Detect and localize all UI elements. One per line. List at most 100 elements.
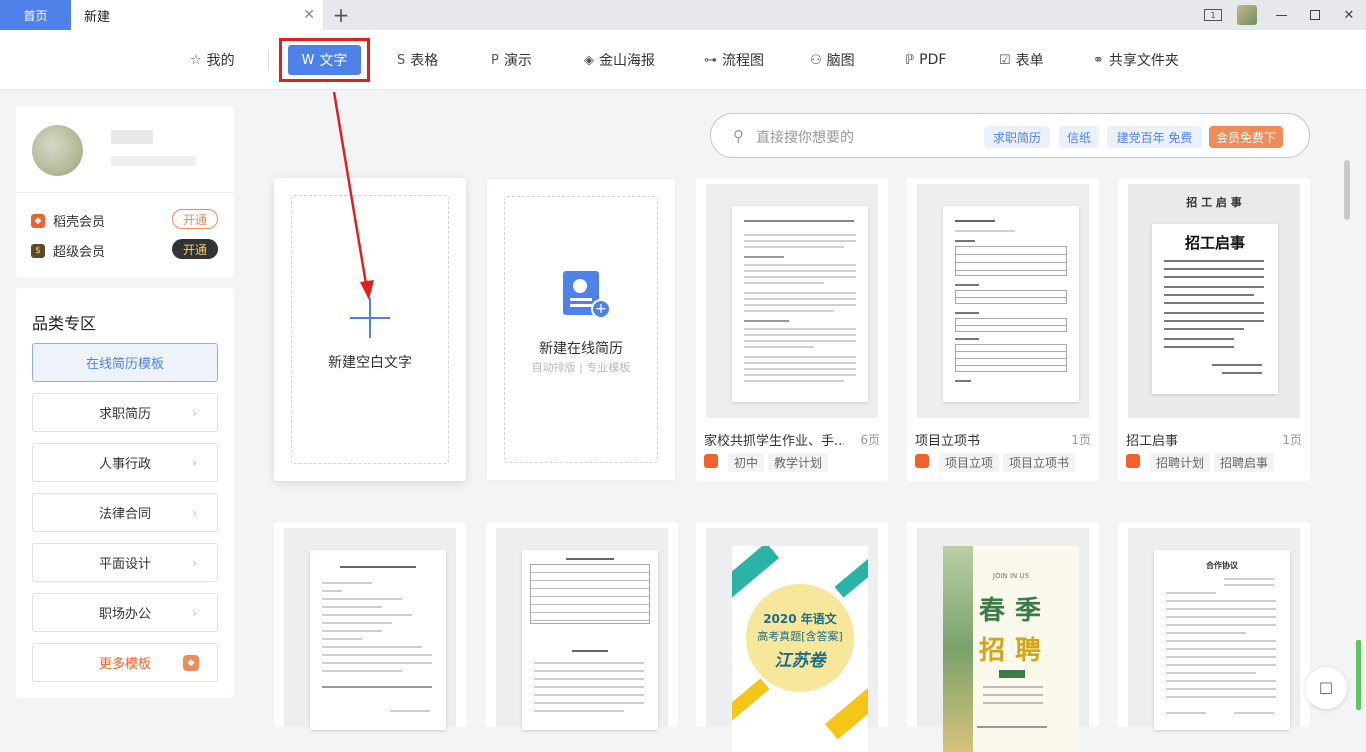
template-thumbnail: 招 工 启 事 招工启事	[1128, 184, 1300, 418]
search-tag[interactable]: 求职简历	[984, 126, 1050, 148]
nav-label: 表单	[1015, 53, 1044, 69]
cat-graphic-design[interactable]: 平面设计 ›	[32, 543, 218, 582]
new-resume-label: 新建在线简历	[539, 341, 623, 357]
nav-sheet[interactable]: S 表格	[397, 30, 438, 90]
status-indicator	[1356, 640, 1361, 710]
search-icon: ⚲	[733, 127, 744, 145]
vip-icon	[1126, 454, 1140, 468]
template-tag[interactable]: 项目立项书	[1003, 453, 1076, 472]
spring-recruit-poster: JOIN IN US 春 季 招 聘	[943, 546, 1079, 752]
poster-exam: 高考真题[含答案]	[757, 630, 843, 643]
cat-label: 在线简历模板	[85, 357, 164, 372]
star-icon: ☆	[190, 52, 202, 68]
template-card[interactable]	[486, 522, 678, 730]
sheet-icon: S	[397, 52, 406, 68]
layout-icon[interactable]: 1	[1196, 0, 1230, 30]
docer-icon: ◆	[183, 654, 199, 671]
poster-icon: ◈	[584, 52, 594, 68]
template-tag[interactable]: 项目立项	[939, 453, 1000, 472]
search-tag[interactable]: 信纸	[1059, 126, 1099, 148]
docer-vip-icon: ◆	[31, 213, 45, 228]
doc-preview: 合作协议	[1154, 550, 1290, 730]
new-resume-card[interactable]: + 新建在线简历 自动排版 | 专业模板	[486, 178, 676, 481]
template-title: 家校共抓学生作业、手...	[704, 434, 844, 449]
cat-label: 平面设计	[98, 557, 151, 572]
new-blank-label: 新建空白文字	[328, 355, 412, 371]
feedback-icon[interactable]: ☐	[1305, 667, 1347, 709]
poster-jiangsu: 江苏卷	[774, 651, 826, 671]
template-card[interactable]: 招 工 启 事 招工启事 招工启事 1页 招聘计划 招聘启事	[1118, 178, 1310, 481]
member-label: 稻壳会员	[53, 215, 106, 230]
avatar-small[interactable]	[1230, 0, 1264, 30]
contract-title: 合作协议	[1206, 561, 1238, 570]
close-window-icon[interactable]: ✕	[1332, 0, 1366, 30]
template-card[interactable]: JOIN IN US 春 季 招 聘	[907, 522, 1099, 752]
template-search[interactable]: ⚲ 直接搜你想要的 求职简历 信纸 建党百年 免费 会员免费下	[710, 113, 1310, 158]
chevron-right-icon: ›	[192, 455, 197, 470]
dashed-frame	[504, 196, 658, 463]
cat-more-templates[interactable]: 更多模板 ◆	[32, 643, 218, 682]
nav-divider	[268, 50, 269, 70]
template-title: 招工启事	[1126, 434, 1179, 449]
minimize-icon[interactable]	[1264, 0, 1298, 30]
template-card[interactable]: 家校共抓学生作业、手... 6页 初中 教学计划	[696, 178, 888, 481]
nav-mindmap[interactable]: ⚇ 脑图	[810, 30, 855, 90]
cat-office[interactable]: 职场办公 ›	[32, 593, 218, 632]
template-thumbnail: JOIN IN US 春 季 招 聘	[917, 528, 1089, 752]
template-tag[interactable]: 招聘计划	[1150, 453, 1211, 472]
spring-char: 季	[1015, 596, 1042, 626]
nav-flowchart[interactable]: ⊶ 流程图	[704, 30, 764, 90]
nav-mine[interactable]: ☆ 我的	[190, 30, 235, 90]
vip-icon	[704, 454, 718, 468]
category-nav: ☆ 我的 S 表格 P 演示 ◈ 金山海报 ⊶ 流程图 ⚇ 脑图 ℙ PDF ☑ 表单 ⚭ 共享文…	[0, 30, 1366, 90]
scrollbar[interactable]	[1344, 160, 1350, 220]
tab-new[interactable]: 新建 ✕	[71, 0, 323, 30]
doc-preview: 招工启事	[1152, 224, 1278, 394]
close-icon[interactable]: ✕	[303, 7, 315, 23]
category-title: 品类专区	[32, 314, 97, 333]
nav-label: 表格	[410, 53, 439, 69]
template-thumbnail: 合作协议	[1128, 528, 1300, 730]
nav-poster[interactable]: ◈ 金山海报	[584, 30, 655, 90]
template-tag[interactable]: 招聘启事	[1214, 453, 1275, 472]
template-thumbnail	[917, 184, 1089, 418]
cat-job-resume[interactable]: 求职简历 ›	[32, 393, 218, 432]
template-tag[interactable]: 教学计划	[768, 453, 829, 472]
nav-pdf[interactable]: ℙ PDF	[905, 30, 946, 90]
nav-present[interactable]: P 演示	[491, 30, 532, 90]
doc-preview	[310, 550, 446, 730]
restore-icon[interactable]	[1298, 0, 1332, 30]
template-title: 项目立项书	[915, 434, 981, 449]
tab-bar: 首页 新建 ✕ +	[0, 0, 1366, 30]
cat-hr-admin[interactable]: 人事行政 ›	[32, 443, 218, 482]
tab-home[interactable]: 首页	[0, 0, 71, 30]
vip-free-tag[interactable]: 会员免费下	[1209, 126, 1283, 148]
template-card[interactable]	[274, 522, 466, 730]
cat-legal[interactable]: 法律合同 ›	[32, 493, 218, 532]
nav-label: 金山海报	[599, 53, 655, 69]
template-card[interactable]: 合作协议	[1118, 522, 1310, 730]
template-tag[interactable]: 初中	[728, 453, 765, 472]
new-blank-doc-card[interactable]: 新建空白文字	[274, 178, 466, 481]
tab-new-label: 新建	[84, 9, 111, 25]
nav-label: 演示	[503, 53, 532, 69]
cat-online-resume[interactable]: 在线简历模板	[32, 343, 218, 382]
open-super-button[interactable]: 开通	[172, 239, 218, 259]
add-tab-button[interactable]: +	[323, 0, 359, 30]
exam-poster: 2020 年语文 高考真题[含答案] 江苏卷	[732, 546, 868, 752]
template-thumbnail	[284, 528, 456, 730]
userinfo-blurred	[111, 156, 196, 166]
search-tag[interactable]: 建党百年 免费	[1107, 126, 1202, 148]
nav-label: 共享文件夹	[1108, 53, 1179, 69]
spring-char: 招	[979, 636, 1006, 666]
chevron-right-icon: ›	[192, 605, 197, 620]
template-card[interactable]: 项目立项书 1页 项目立项 项目立项书	[907, 178, 1099, 481]
open-docer-button[interactable]: 开通	[172, 209, 218, 229]
nav-form[interactable]: ☑ 表单	[999, 30, 1044, 90]
template-thumbnail	[706, 184, 878, 418]
avatar[interactable]	[32, 125, 83, 176]
chevron-right-icon: ›	[192, 555, 197, 570]
template-card[interactable]: 2020 年语文 高考真题[含答案] 江苏卷	[696, 522, 888, 752]
nav-shared-folder[interactable]: ⚭ 共享文件夹	[1093, 30, 1179, 90]
search-input[interactable]: 直接搜你想要的	[756, 127, 854, 147]
